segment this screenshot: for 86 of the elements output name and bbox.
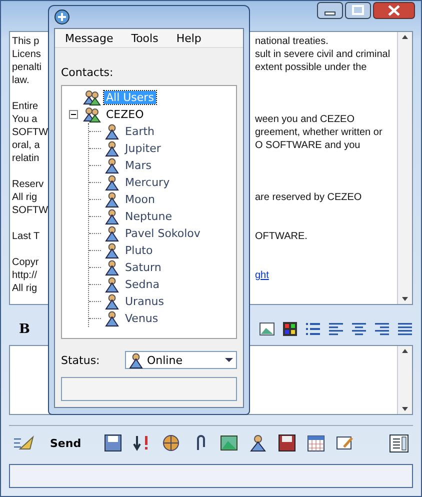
justify-icon[interactable]: [397, 321, 413, 337]
text-fragment: extent possible under the: [255, 62, 367, 73]
text-fragment: OFTWARE.: [255, 231, 308, 242]
align-left-icon[interactable]: [328, 321, 344, 337]
text-fragment: You a: [12, 114, 38, 125]
user-icon: [104, 259, 120, 276]
image-icon[interactable]: [259, 321, 275, 337]
text-fragment: are reserved by CEZEO: [255, 192, 362, 203]
user-icon: [104, 225, 120, 242]
users-icon: [83, 106, 101, 123]
tree-item[interactable]: Pluto: [123, 244, 155, 257]
text-fragment: This p: [12, 36, 40, 47]
user-icon: [104, 310, 120, 327]
send-icon[interactable]: [13, 434, 35, 452]
user-icon: [104, 242, 120, 259]
save-icon[interactable]: [104, 434, 122, 452]
tree-item[interactable]: Pavel Sokolov: [123, 227, 202, 240]
user-icon: [104, 293, 120, 310]
text-fragment: http://: [12, 270, 38, 281]
message-field[interactable]: [61, 377, 237, 401]
palette-icon[interactable]: [282, 321, 298, 337]
status-label: Status:: [61, 354, 100, 366]
contacts-label: Contacts:: [61, 66, 114, 79]
user-icon: [104, 191, 120, 208]
text-fragment: All rig: [12, 192, 38, 203]
edit-icon[interactable]: [336, 434, 354, 452]
bold-button[interactable]: B: [13, 322, 36, 336]
tree-item[interactable]: Earth: [123, 125, 156, 138]
picture-frame-icon[interactable]: [220, 434, 238, 452]
text-fragment: All rig: [12, 283, 38, 294]
text-fragment: sult in severe civil and criminal: [255, 49, 390, 60]
menu-item[interactable]: Message: [63, 30, 116, 46]
text-fragment: Last T: [12, 231, 40, 242]
text-fragment: ween you and CEZEO: [255, 114, 354, 125]
minimize-icon[interactable]: [317, 2, 343, 20]
text-fragment: SOFTW: [12, 205, 48, 216]
globe-icon[interactable]: [162, 434, 180, 452]
floppy-icon[interactable]: [278, 434, 296, 452]
maximize-icon[interactable]: [345, 2, 371, 20]
contacts-panel-icon[interactable]: [389, 434, 409, 452]
tree-item[interactable]: CEZEO: [104, 108, 146, 121]
calendar-icon[interactable]: [307, 434, 326, 452]
tree-item[interactable]: Saturn: [123, 261, 164, 274]
user-icon: [128, 352, 144, 368]
tree-item[interactable]: Neptune: [123, 210, 174, 223]
text-fragment: Entire: [12, 101, 38, 112]
tree-item[interactable]: Uranus: [123, 295, 166, 308]
user-icon: [104, 208, 120, 225]
user-icon: [104, 157, 120, 174]
text-fragment: law.: [12, 75, 30, 86]
text-fragment: penalti: [12, 62, 42, 73]
user-icon: [104, 276, 120, 293]
close-icon[interactable]: [373, 2, 415, 20]
text-fragment: national treaties.: [255, 36, 328, 47]
app-icon: [54, 9, 70, 25]
text-fragment: Reserv: [12, 179, 44, 190]
text-fragment: relatin: [12, 153, 40, 164]
bullet-list-icon[interactable]: [305, 321, 321, 337]
user-icon: [104, 174, 120, 191]
tree-item[interactable]: Venus: [123, 312, 160, 325]
text-fragment: Licens: [12, 49, 41, 60]
scrollbar[interactable]: [397, 32, 412, 304]
user-icon: [104, 123, 120, 140]
link[interactable]: ght: [255, 270, 269, 281]
user-icon: [104, 140, 120, 157]
tree-item[interactable]: Sedna: [123, 278, 162, 291]
tree-item[interactable]: Jupiter: [123, 142, 163, 155]
tree-item[interactable]: Moon: [123, 193, 157, 206]
text-fragment: O SOFTWARE and you: [255, 140, 360, 151]
scrollbar[interactable]: [397, 346, 412, 414]
menu-item[interactable]: Tools: [129, 30, 160, 46]
users-icon: [83, 89, 101, 106]
user-icon[interactable]: [249, 434, 268, 452]
tree-item[interactable]: Mercury: [123, 176, 172, 189]
text-fragment: oral, a: [12, 140, 40, 151]
status-dropdown[interactable]: Online: [125, 351, 237, 369]
collapse-icon[interactable]: [68, 110, 78, 119]
text-fragment: SOFTW: [12, 127, 48, 138]
send-button[interactable]: Send: [46, 434, 86, 452]
tree-item[interactable]: Mars: [123, 159, 154, 172]
align-center-icon[interactable]: [351, 321, 367, 337]
align-right-icon[interactable]: [374, 321, 390, 337]
dropdown-arrow-icon: [224, 356, 234, 364]
menu-item[interactable]: Help: [174, 30, 204, 46]
text-fragment: Copyr: [12, 257, 39, 268]
text-fragment: greement, whether written or: [255, 127, 382, 138]
